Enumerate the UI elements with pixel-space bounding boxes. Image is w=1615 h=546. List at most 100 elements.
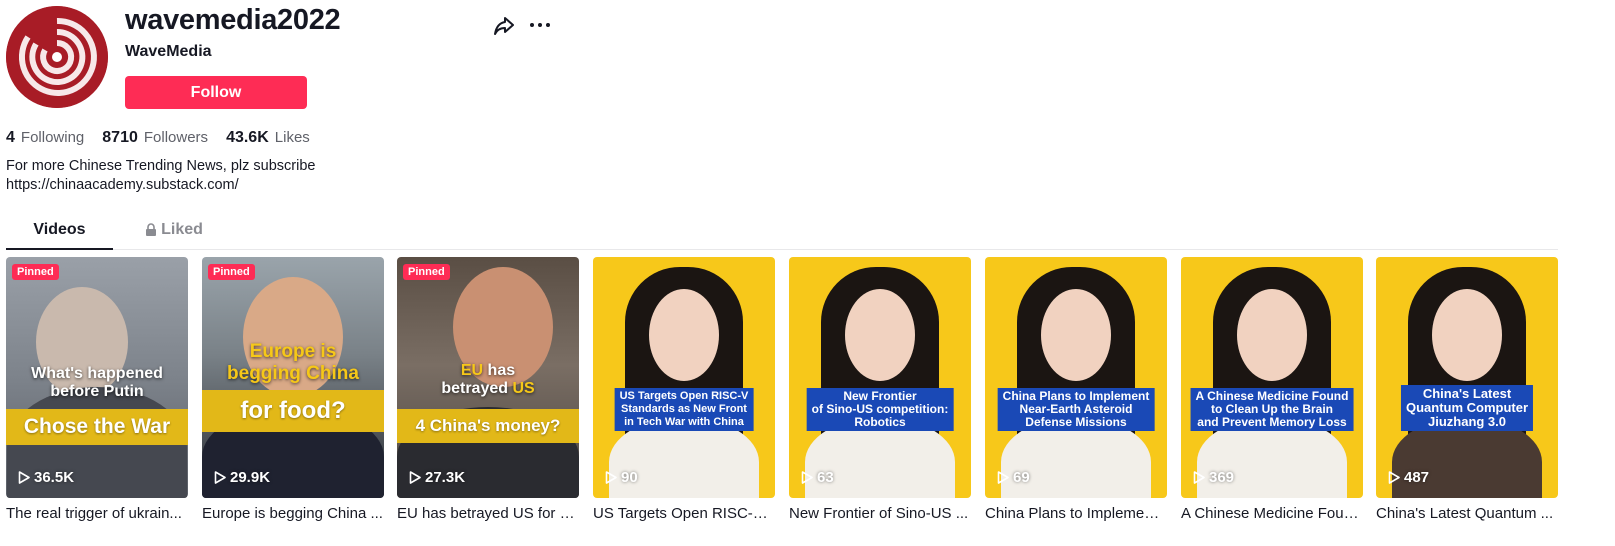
overlay-word: has: [483, 362, 516, 379]
view-count-value: 29.9K: [230, 469, 271, 486]
video-card[interactable]: China Plans to Implement Near-Earth Aste…: [985, 257, 1167, 524]
video-overlay-band: Chose the War: [6, 409, 188, 445]
video-overlay-box: China's Latest Quantum Computer Jiuzhang…: [1400, 385, 1534, 431]
tab-videos[interactable]: Videos: [6, 218, 113, 250]
play-icon: [1193, 471, 1205, 484]
overlay-line: Robotics: [854, 415, 906, 429]
view-count: 29.9K: [214, 469, 270, 486]
video-card[interactable]: Pinned EU has betrayed US 4 China's mone…: [397, 257, 579, 524]
person-face: [1041, 289, 1111, 381]
overlay-line: and Prevent Memory Loss: [1197, 415, 1347, 429]
person-face: [649, 289, 719, 381]
video-overlay-text: Europe is begging China: [227, 341, 359, 384]
video-card[interactable]: Pinned Europe is begging China for food?…: [202, 257, 384, 524]
pinned-badge: Pinned: [12, 264, 59, 280]
tab-liked-label: Liked: [161, 221, 203, 238]
video-overlay-box: US Targets Open RISC-V Standards as New …: [614, 388, 754, 431]
profile-avatar[interactable]: [6, 6, 108, 108]
view-count-value: 27.3K: [425, 469, 466, 486]
video-thumbnail[interactable]: Pinned What's happened before Putin Chos…: [6, 257, 188, 498]
share-button[interactable]: [491, 13, 517, 39]
video-caption[interactable]: New Frontier of Sino-US ...: [789, 504, 971, 524]
bio-text: For more Chinese Trending News, plz subs…: [6, 158, 316, 174]
play-icon: [1388, 471, 1400, 484]
overlay-line: Jiuzhang 3.0: [1427, 414, 1507, 429]
person-face: [1237, 289, 1307, 381]
target-logo-icon: [6, 6, 108, 108]
view-count: 90: [605, 469, 638, 486]
video-thumbnail[interactable]: Pinned Europe is begging China for food?…: [202, 257, 384, 498]
video-card[interactable]: New Frontier of Sino-US competition: Rob…: [789, 257, 971, 524]
view-count: 63: [801, 469, 834, 486]
video-thumbnail[interactable]: A Chinese Medicine Found to Clean Up the…: [1181, 257, 1363, 498]
profile-bio: For more Chinese Trending News, plz subs…: [6, 157, 315, 195]
play-icon: [214, 471, 226, 484]
play-icon: [605, 471, 617, 484]
stat-likes: 43.6K Likes: [226, 129, 310, 147]
followers-count: 8710: [102, 129, 138, 146]
view-count-value: 90: [621, 469, 638, 486]
bio-link[interactable]: https://chinaacademy.substack.com/: [6, 176, 315, 195]
video-thumbnail[interactable]: China's Latest Quantum Computer Jiuzhang…: [1376, 257, 1558, 498]
tab-liked[interactable]: Liked: [139, 218, 209, 250]
view-count-value: 487: [1404, 469, 1430, 486]
video-thumbnail[interactable]: Pinned EU has betrayed US 4 China's mone…: [397, 257, 579, 498]
profile-tabs: Videos Liked: [6, 218, 1558, 250]
video-caption[interactable]: A Chinese Medicine Foun...: [1181, 504, 1363, 524]
view-count-value: 36.5K: [34, 469, 75, 486]
lock-icon: [146, 223, 157, 236]
video-card[interactable]: China's Latest Quantum Computer Jiuzhang…: [1376, 257, 1558, 524]
video-overlay-band: 4 China's money?: [397, 409, 579, 443]
overlay-word: US: [512, 380, 535, 398]
pinned-badge: Pinned: [403, 264, 450, 280]
video-caption[interactable]: China's Latest Quantum ...: [1376, 504, 1556, 524]
play-icon: [18, 471, 30, 484]
stat-following[interactable]: 4 Following: [6, 129, 84, 147]
overlay-line: Standards as New Front: [621, 403, 747, 415]
view-count: 27.3K: [409, 469, 465, 486]
overlay-line: Defense Missions: [1025, 415, 1127, 429]
video-overlay-box: A Chinese Medicine Found to Clean Up the…: [1190, 388, 1354, 431]
following-label: Following: [20, 129, 85, 146]
share-arrow-icon: [494, 17, 514, 35]
video-caption[interactable]: Europe is begging China ...: [202, 504, 384, 524]
video-thumbnail[interactable]: China Plans to Implement Near-Earth Aste…: [985, 257, 1167, 498]
view-count: 487: [1388, 469, 1429, 486]
more-options-button[interactable]: [526, 13, 554, 39]
followers-label: Followers: [143, 129, 209, 146]
video-overlay-text: EU has betrayed US: [397, 362, 579, 399]
video-overlay-box: New Frontier of Sino-US competition: Rob…: [806, 388, 954, 431]
overlay-line: China's Latest: [1422, 386, 1512, 401]
person-face: [845, 289, 915, 381]
play-icon: [801, 471, 813, 484]
video-thumbnail[interactable]: New Frontier of Sino-US competition: Rob…: [789, 257, 971, 498]
person-face: [1432, 289, 1502, 381]
view-count: 69: [997, 469, 1030, 486]
play-icon: [409, 471, 421, 484]
view-count-value: 369: [1209, 469, 1235, 486]
play-icon: [997, 471, 1009, 484]
stat-followers[interactable]: 8710 Followers: [102, 129, 208, 147]
follow-button[interactable]: Follow: [125, 76, 307, 109]
overlay-word: betrayed: [441, 380, 513, 398]
view-count-value: 69: [1013, 469, 1030, 486]
video-caption[interactable]: US Targets Open RISC-V ...: [593, 504, 775, 524]
overlay-line: Quantum Computer: [1405, 400, 1529, 415]
view-count: 36.5K: [18, 469, 74, 486]
video-card[interactable]: A Chinese Medicine Found to Clean Up the…: [1181, 257, 1363, 524]
video-thumbnail[interactable]: US Targets Open RISC-V Standards as New …: [593, 257, 775, 498]
video-overlay-box: China Plans to Implement Near-Earth Aste…: [997, 388, 1155, 431]
following-count: 4: [6, 129, 15, 146]
profile-username: wavemedia2022: [125, 4, 341, 36]
view-count-value: 63: [817, 469, 834, 486]
likes-count: 43.6K: [226, 129, 269, 146]
pinned-badge: Pinned: [208, 264, 255, 280]
video-caption[interactable]: EU has betrayed US for C...: [397, 504, 579, 524]
view-count: 369: [1193, 469, 1234, 486]
video-card[interactable]: Pinned What's happened before Putin Chos…: [6, 257, 188, 524]
overlay-line: in Tech War with China: [624, 416, 744, 428]
video-overlay-text: What's happened before Putin: [31, 365, 163, 401]
video-card[interactable]: US Targets Open RISC-V Standards as New …: [593, 257, 775, 524]
video-caption[interactable]: The real trigger of ukrain...: [6, 504, 188, 524]
video-caption[interactable]: China Plans to Implement...: [985, 504, 1167, 524]
